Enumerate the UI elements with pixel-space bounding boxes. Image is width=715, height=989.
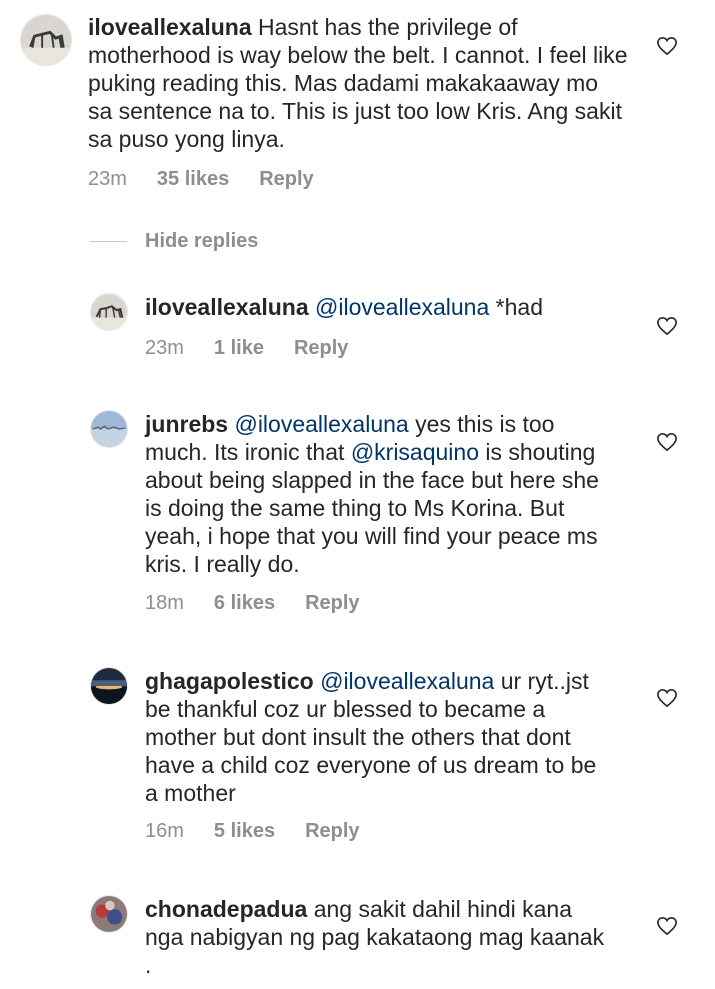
reply-button[interactable]: Reply: [305, 592, 359, 615]
comment-text: iloveallexaluna @iloveallexaluna *had: [145, 293, 615, 321]
timestamp: 18m: [145, 592, 184, 614]
comment-meta: 16m 5 likes Reply: [145, 820, 360, 843]
avatar[interactable]: [20, 14, 72, 66]
mention-link[interactable]: @krisaquino: [351, 439, 479, 465]
heart-outline-icon[interactable]: [656, 316, 678, 336]
heart-outline-icon[interactable]: [656, 916, 678, 936]
mention-link[interactable]: @iloveallexaluna: [315, 294, 489, 320]
comment-text: chonadepadua ang sakit dahil hindi kana …: [145, 895, 615, 979]
username[interactable]: iloveallexaluna: [145, 294, 309, 320]
avatar[interactable]: [90, 293, 128, 331]
avatar[interactable]: [90, 410, 128, 448]
likes-count[interactable]: 1 like: [214, 337, 264, 360]
reply-button[interactable]: Reply: [294, 337, 348, 360]
heart-outline-icon[interactable]: [656, 36, 678, 56]
timestamp: 23m: [145, 337, 184, 359]
avatar[interactable]: [90, 895, 128, 933]
likes-count[interactable]: 5 likes: [214, 820, 275, 843]
reply-button[interactable]: Reply: [305, 820, 359, 843]
mention-link[interactable]: @iloveallexaluna: [234, 411, 408, 437]
comment-meta: 18m 6 likes Reply: [145, 592, 360, 615]
timestamp: 16m: [145, 820, 184, 842]
comment-text: ghagapolestico @iloveallexaluna ur ryt..…: [145, 667, 615, 807]
comment-text: junrebs @iloveallexaluna yes this is too…: [145, 410, 615, 578]
comment-body: *had: [489, 294, 543, 320]
username[interactable]: junrebs: [145, 411, 228, 437]
divider-line: [90, 241, 127, 242]
mention-link[interactable]: @iloveallexaluna: [320, 668, 494, 694]
heart-outline-icon[interactable]: [656, 432, 678, 452]
reply-button[interactable]: Reply: [259, 168, 313, 191]
timestamp: 23m: [88, 168, 127, 190]
hide-replies-label: Hide replies: [145, 230, 259, 252]
comment-text: iloveallexaluna Hasnt has the privilege …: [88, 13, 628, 153]
username[interactable]: ghagapolestico: [145, 668, 314, 694]
comment-meta: 23m 35 likes Reply: [88, 168, 314, 191]
heart-outline-icon[interactable]: [656, 688, 678, 708]
avatar[interactable]: [90, 667, 128, 705]
username[interactable]: iloveallexaluna: [88, 14, 252, 40]
comment-meta: 23m 1 like Reply: [145, 337, 348, 360]
likes-count[interactable]: 35 likes: [157, 168, 229, 191]
hide-replies-button[interactable]: Hide replies: [90, 230, 258, 253]
username[interactable]: chonadepadua: [145, 896, 307, 922]
likes-count[interactable]: 6 likes: [214, 592, 275, 615]
